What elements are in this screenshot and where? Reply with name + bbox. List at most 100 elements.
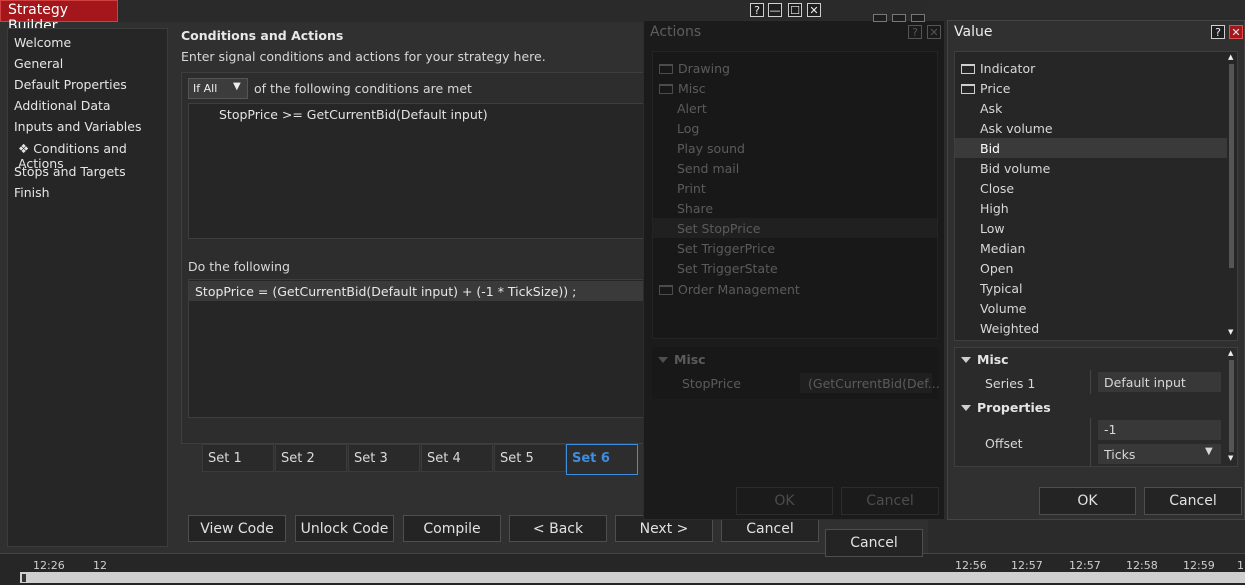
close-icon[interactable]: ✕: [807, 3, 821, 17]
condition-item[interactable]: StopPrice >= GetCurrentBid(Default input…: [219, 107, 488, 122]
behind-cancel-button[interactable]: Cancel: [825, 529, 923, 557]
tree-item-weighted[interactable]: Weighted: [980, 321, 1039, 336]
time-label: 12:58: [1126, 559, 1158, 572]
tree-item-ask[interactable]: Ask: [980, 101, 1002, 116]
tree-item-ask-volume[interactable]: Ask volume: [980, 121, 1053, 136]
series-input[interactable]: Default input: [1098, 372, 1221, 392]
back-button[interactable]: < Back: [509, 515, 607, 542]
tree-item-high[interactable]: High: [980, 201, 1009, 216]
offset-unit-select[interactable]: Ticks ▼: [1098, 444, 1221, 464]
prop-value-stopprice[interactable]: (GetCurrentBid(Def...: [800, 373, 940, 393]
actions-ok-button[interactable]: OK: [736, 487, 833, 515]
nav-item-stops-targets[interactable]: Stops and Targets: [14, 164, 126, 179]
tree-item-typical[interactable]: Typical: [980, 281, 1023, 296]
view-code-button[interactable]: View Code: [188, 515, 286, 542]
tree-item-play-sound[interactable]: Play sound: [677, 141, 745, 156]
nav-item-default-properties[interactable]: Default Properties: [14, 77, 127, 92]
tree-item-log[interactable]: Log: [677, 121, 699, 136]
behind-window-icon: [873, 14, 887, 22]
nav-item-welcome[interactable]: Welcome: [14, 35, 71, 50]
tree-item-volume[interactable]: Volume: [980, 301, 1027, 316]
nav-item-additional-data[interactable]: Additional Data: [14, 98, 111, 113]
time-label: 12:59: [1183, 559, 1215, 572]
help-icon[interactable]: ?: [750, 3, 764, 17]
tree-folder-indicator[interactable]: Indicator: [961, 61, 1035, 76]
value-help-icon[interactable]: ?: [1211, 25, 1225, 39]
tab-set-1[interactable]: Set 1: [202, 444, 274, 472]
do-following-label: Do the following: [188, 259, 290, 274]
props-scrollbar[interactable]: ▲ ▼: [1227, 348, 1237, 466]
maximize-icon[interactable]: ☐: [788, 3, 802, 17]
actions-close-icon[interactable]: ✕: [927, 25, 941, 39]
action-item-row[interactable]: StopPrice = (GetCurrentBid(Default input…: [189, 281, 659, 301]
folder-icon: [659, 285, 673, 295]
time-label: 1: [1237, 559, 1244, 572]
tree-folder-price[interactable]: Price: [961, 81, 1011, 96]
value-tree: Indicator Price Ask Ask volume Bid Bid v…: [954, 51, 1238, 341]
tree-item-bid: Bid: [980, 141, 1000, 156]
tree-item-close[interactable]: Close: [980, 181, 1014, 196]
tab-set-2[interactable]: Set 2: [275, 444, 347, 472]
props-group-misc[interactable]: Misc: [658, 352, 706, 367]
prop-name-stopprice: StopPrice: [682, 376, 741, 391]
tree-item-open[interactable]: Open: [980, 261, 1013, 276]
value-cancel-button[interactable]: Cancel: [1144, 487, 1242, 515]
scroll-down-icon[interactable]: ▼: [1228, 328, 1233, 336]
tree-label: Price: [980, 81, 1011, 96]
scroll-up-icon[interactable]: ▲: [1228, 53, 1233, 61]
actions-cancel-button[interactable]: Cancel: [841, 487, 939, 515]
scroll-up-icon[interactable]: ▲: [1228, 349, 1233, 357]
tree-item-set-triggerprice[interactable]: Set TriggerPrice: [677, 241, 775, 256]
tree-folder-order-management[interactable]: Order Management: [659, 282, 800, 297]
offset-input[interactable]: -1: [1098, 420, 1221, 440]
tree-item-share[interactable]: Share: [677, 201, 713, 216]
nav-item-general[interactable]: General: [14, 56, 63, 71]
chevron-down-icon: ▼: [1205, 446, 1213, 457]
condition-mode-value: If All: [193, 82, 218, 95]
tree-item-set-triggerstate[interactable]: Set TriggerState: [677, 261, 778, 276]
condition-mode-select[interactable]: If All ▼: [188, 78, 248, 99]
tab-set-5[interactable]: Set 5: [494, 444, 566, 472]
unlock-code-button[interactable]: Unlock Code: [295, 515, 394, 542]
section-title: Conditions and Actions: [181, 28, 344, 43]
tab-set-6[interactable]: Set 6: [566, 444, 638, 475]
nav-item-finish[interactable]: Finish: [14, 185, 50, 200]
value-ok-button[interactable]: OK: [1039, 487, 1136, 515]
tree-item-bid-row[interactable]: Bid: [955, 138, 1227, 158]
props-group-properties[interactable]: Properties: [961, 400, 1051, 415]
tree-item-low[interactable]: Low: [980, 221, 1005, 236]
collapse-triangle-icon: [658, 357, 668, 363]
tree-folder-drawing[interactable]: Drawing: [659, 61, 730, 76]
tab-set-3[interactable]: Set 3: [348, 444, 420, 472]
behind-window-icon: [911, 14, 925, 22]
tree-label: Order Management: [678, 282, 800, 297]
props-group-misc[interactable]: Misc: [961, 352, 1009, 367]
actions-props: Misc StopPrice (GetCurrentBid(Def...: [652, 347, 940, 399]
value-window: Value ? ✕ Indicator Price Ask Ask volume…: [947, 20, 1245, 520]
tree-item-send-mail[interactable]: Send mail: [677, 161, 739, 176]
tree-item-bid-volume[interactable]: Bid volume: [980, 161, 1050, 176]
wizard-nav: Welcome General Default Properties Addit…: [7, 28, 168, 547]
scroll-thumb[interactable]: [1229, 64, 1234, 268]
minimize-icon[interactable]: —: [768, 3, 782, 17]
tree-item-alert[interactable]: Alert: [677, 101, 707, 116]
collapse-triangle-icon: [961, 357, 971, 363]
actions-help-icon[interactable]: ?: [908, 25, 922, 39]
tree-scrollbar[interactable]: ▲ ▼: [1227, 52, 1237, 340]
tab-set-4[interactable]: Set 4: [421, 444, 493, 472]
tree-item-set-stopprice: Set StopPrice: [677, 221, 761, 236]
tree-item-median[interactable]: Median: [980, 241, 1025, 256]
nav-item-inputs-variables[interactable]: Inputs and Variables: [14, 119, 141, 134]
tree-item-set-stopprice-row[interactable]: Set StopPrice: [653, 218, 937, 238]
value-close-icon[interactable]: ✕: [1229, 25, 1243, 39]
scroll-down-icon[interactable]: ▼: [1228, 454, 1233, 462]
folder-icon: [659, 64, 673, 74]
conditions-panel: If All ▼ of the following conditions are…: [181, 72, 659, 444]
folder-open-icon: [961, 84, 975, 94]
conditions-list: StopPrice >= GetCurrentBid(Default input…: [188, 103, 658, 239]
compile-button[interactable]: Compile: [403, 515, 501, 542]
tree-folder-misc[interactable]: Misc: [659, 81, 706, 96]
prop-label-series: Series 1: [985, 376, 1036, 391]
tree-item-print[interactable]: Print: [677, 181, 706, 196]
scroll-thumb[interactable]: [1229, 360, 1234, 452]
